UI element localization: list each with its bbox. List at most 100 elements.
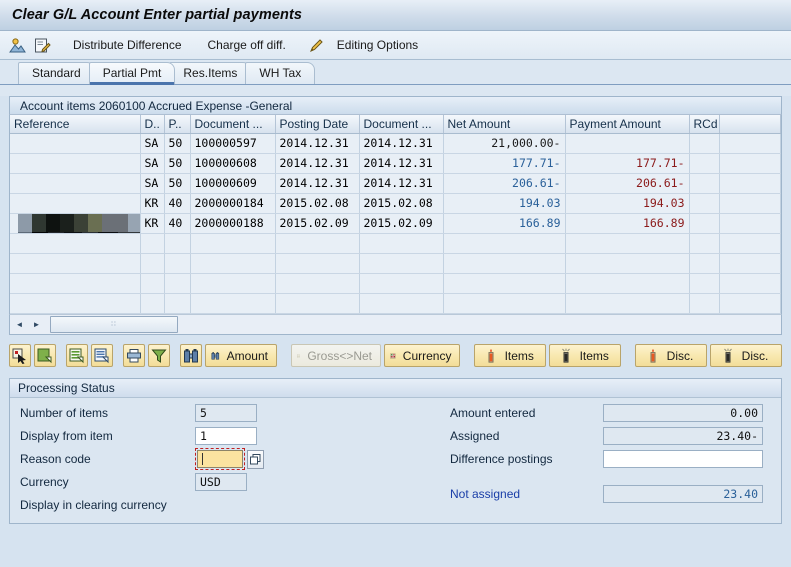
cell-posting-date[interactable]: 2015.02.09	[275, 213, 360, 234]
cell-document-number[interactable]: 100000609	[190, 173, 276, 194]
cell-posting-key[interactable]: 50	[164, 173, 191, 194]
cell-posting-date[interactable]	[275, 273, 360, 294]
currency-button[interactable]: Currency	[384, 344, 461, 367]
cell-posting-date[interactable]	[275, 233, 360, 254]
cell-doc-type[interactable]	[140, 293, 165, 314]
cell-posting-date[interactable]: 2015.02.08	[275, 193, 360, 214]
cell-net-amount[interactable]: 21,000.00-	[443, 133, 566, 154]
cell-rcd[interactable]	[689, 273, 720, 294]
cell-posting-key[interactable]	[164, 293, 191, 314]
cell-payment-amount[interactable]: 206.61-	[565, 173, 690, 194]
cell-posting-date[interactable]	[275, 293, 360, 314]
cell-net-amount[interactable]	[443, 273, 566, 294]
cell-net-amount[interactable]: 206.61-	[443, 173, 566, 194]
tab-wh-tax[interactable]: WH Tax	[245, 62, 316, 84]
cell-doc-type[interactable]: SA	[140, 173, 165, 194]
col-doc-type[interactable]: D..	[140, 115, 165, 134]
col-net-amount[interactable]: Net Amount	[443, 115, 566, 134]
activate-items-label-button[interactable]: Items	[474, 344, 547, 367]
cell-document-date[interactable]: 2015.02.09	[359, 213, 444, 234]
cell-document-date[interactable]	[359, 233, 444, 254]
cell-rcd[interactable]	[689, 133, 720, 154]
cell-posting-key[interactable]: 50	[164, 133, 191, 154]
cell-doc-type[interactable]: KR	[140, 193, 165, 214]
scroll-left-icon[interactable]: ◄	[12, 317, 27, 332]
cell-rcd[interactable]	[689, 293, 720, 314]
cell-doc-type[interactable]: SA	[140, 153, 165, 174]
cell-document-number[interactable]: 100000597	[190, 133, 276, 154]
cell-document-date[interactable]: 2014.12.31	[359, 173, 444, 194]
print-button[interactable]	[123, 344, 145, 367]
cell-doc-type[interactable]	[140, 233, 165, 254]
cell-payment-amount[interactable]: 177.71-	[565, 153, 690, 174]
horizontal-scrollbar[interactable]: ◄ ► ∷	[9, 313, 782, 335]
col-payment-amount[interactable]: Payment Amount	[565, 115, 690, 134]
search-button[interactable]	[180, 344, 202, 367]
cell-document-date[interactable]: 2014.12.31	[359, 153, 444, 174]
col-document-date[interactable]: Document ...	[359, 115, 444, 134]
cell-posting-key[interactable]	[164, 233, 191, 254]
cell-doc-type[interactable]	[140, 253, 165, 274]
difference-postings-input[interactable]	[603, 450, 763, 468]
cell-posting-date[interactable]	[275, 253, 360, 274]
cell-posting-key[interactable]: 50	[164, 153, 191, 174]
edit-document-icon[interactable]	[33, 36, 52, 55]
cell-document-number[interactable]: 100000608	[190, 153, 276, 174]
cell-posting-date[interactable]: 2014.12.31	[275, 153, 360, 174]
display-from-item-input[interactable]: 1	[195, 427, 257, 445]
cell-document-number[interactable]	[190, 273, 276, 294]
col-reference[interactable]: Reference	[10, 115, 141, 134]
reason-code-input[interactable]	[197, 450, 243, 468]
cell-payment-amount[interactable]	[565, 253, 690, 274]
cell-document-date[interactable]	[359, 273, 444, 294]
reason-code-value-help-button[interactable]	[247, 449, 264, 469]
cell-posting-date[interactable]: 2014.12.31	[275, 133, 360, 154]
cell-reference[interactable]	[10, 293, 141, 314]
cell-net-amount[interactable]: 166.89	[443, 213, 566, 234]
activate-disc-button[interactable]: Disc.	[635, 344, 708, 367]
table-row-empty[interactable]	[10, 253, 781, 274]
cell-posting-key[interactable]	[164, 273, 191, 294]
col-document-number[interactable]: Document ...	[190, 115, 276, 134]
cell-rcd[interactable]	[689, 173, 720, 194]
cell-document-date[interactable]	[359, 293, 444, 314]
cell-posting-date[interactable]: 2014.12.31	[275, 173, 360, 194]
cell-payment-amount[interactable]: 166.89	[565, 213, 690, 234]
cell-payment-amount[interactable]: 194.03	[565, 193, 690, 214]
cell-rcd[interactable]	[689, 193, 720, 214]
cell-payment-amount[interactable]	[565, 233, 690, 254]
cell-document-number[interactable]	[190, 253, 276, 274]
cell-rcd[interactable]	[689, 253, 720, 274]
cell-net-amount[interactable]	[443, 293, 566, 314]
cell-document-number[interactable]	[190, 293, 276, 314]
table-row[interactable]: SA 50 100000609 2014.12.31 2014.12.31 20…	[10, 173, 781, 194]
cell-document-number[interactable]	[190, 233, 276, 254]
cell-net-amount[interactable]	[443, 253, 566, 274]
cell-document-number[interactable]: 2000000184	[190, 193, 276, 214]
table-row-empty[interactable]	[10, 273, 781, 294]
deactivate-items-label-button[interactable]: Items	[549, 344, 622, 367]
tab-partial-pmt[interactable]: Partial Pmt	[88, 62, 176, 85]
cell-reference[interactable]	[10, 193, 141, 214]
cell-doc-type[interactable]: KR	[140, 213, 165, 234]
cell-document-number[interactable]: 2000000188	[190, 213, 276, 234]
table-row[interactable]: SA 50 100000608 2014.12.31 2014.12.31 17…	[10, 153, 781, 174]
cell-reference[interactable]	[10, 273, 141, 294]
cell-payment-amount[interactable]	[565, 273, 690, 294]
select-all-button[interactable]	[33, 344, 56, 367]
cell-reference[interactable]	[10, 173, 141, 194]
table-row-empty[interactable]	[10, 293, 781, 314]
cell-net-amount[interactable]: 177.71-	[443, 153, 566, 174]
cell-doc-type[interactable]: SA	[140, 133, 165, 154]
pencil-icon[interactable]	[307, 36, 326, 55]
distribute-difference-button[interactable]: Distribute Difference	[68, 36, 187, 54]
table-row[interactable]: SA 50 100000597 2014.12.31 2014.12.31 21…	[10, 133, 781, 154]
cell-reference[interactable]	[10, 133, 141, 154]
scroll-right-icon[interactable]: ►	[29, 317, 44, 332]
cell-net-amount[interactable]	[443, 233, 566, 254]
filter-button[interactable]	[147, 344, 170, 367]
person-mountain-icon[interactable]	[8, 36, 27, 55]
col-rcd[interactable]: RCd	[689, 115, 720, 134]
cell-document-date[interactable]: 2015.02.08	[359, 193, 444, 214]
cell-document-date[interactable]	[359, 253, 444, 274]
